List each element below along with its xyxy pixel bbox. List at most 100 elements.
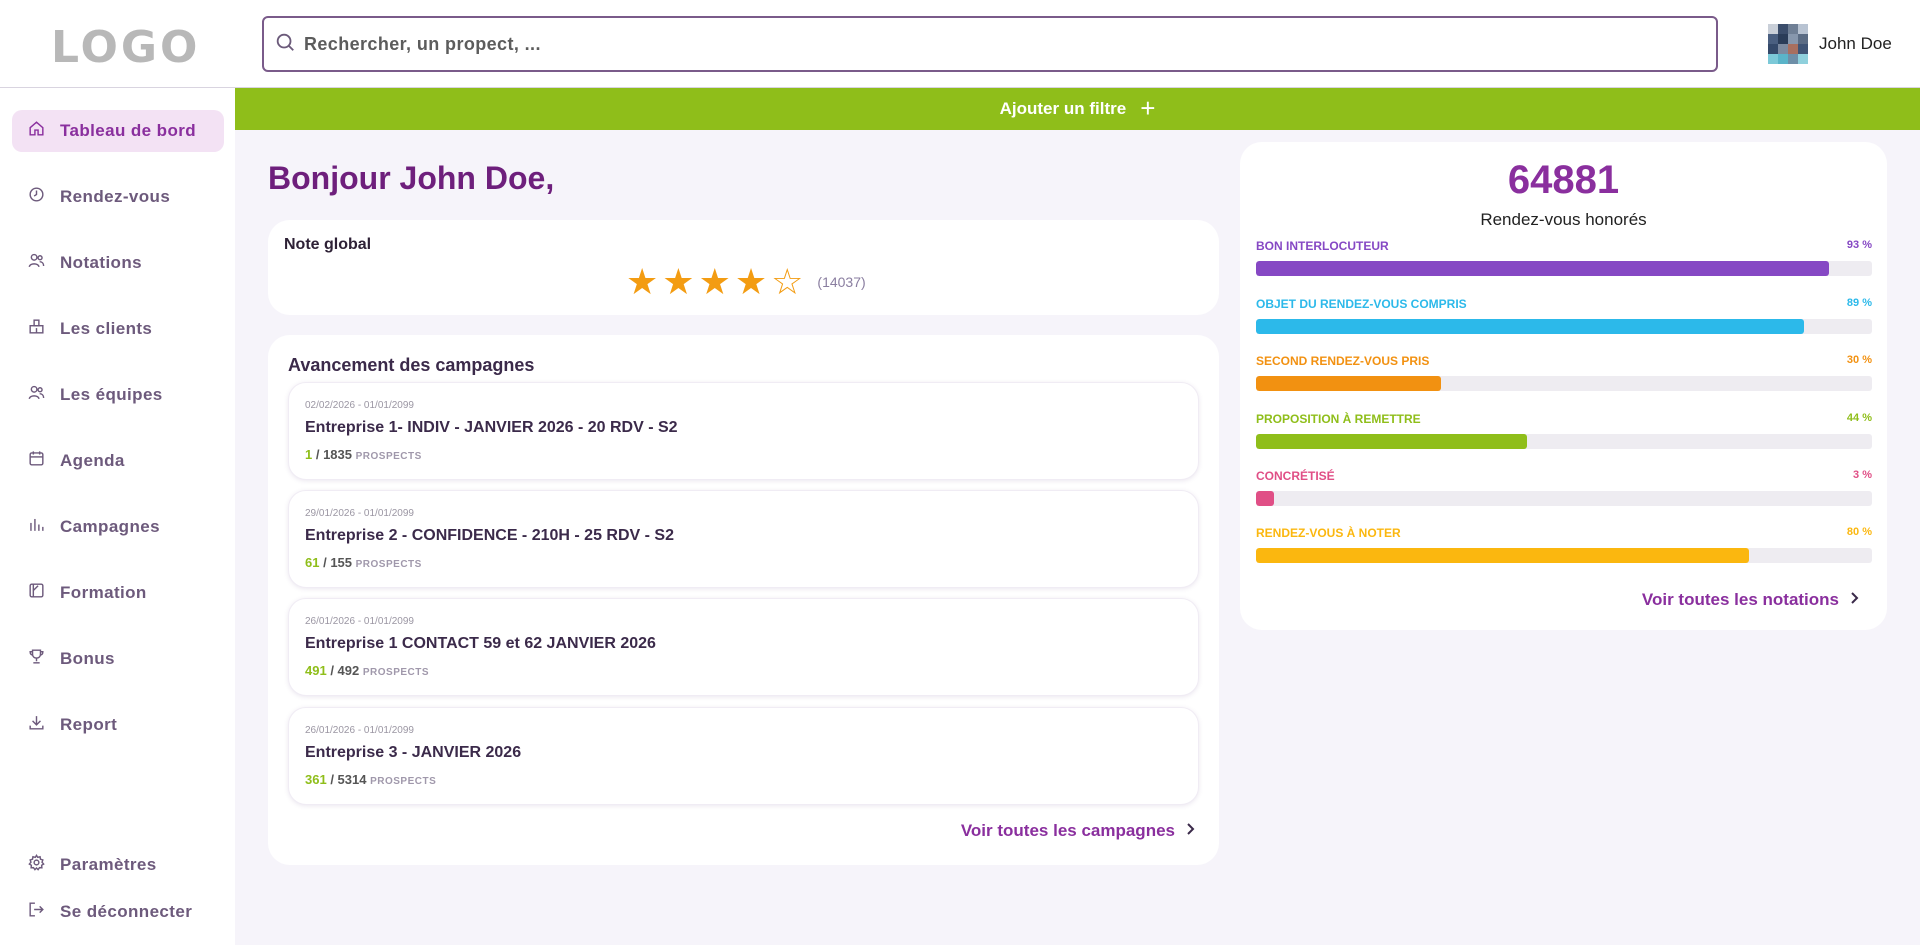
sidebar-item-formation[interactable]: Formation [12, 572, 224, 614]
sidebar-item-notations[interactable]: Notations [12, 242, 224, 284]
see-all-notations-label: Voir toutes les notations [1641, 590, 1839, 609]
home-icon [27, 119, 60, 143]
user-menu[interactable]: John Doe [1768, 24, 1892, 64]
stat-percent: 80 % [1846, 526, 1872, 538]
sidebar-item-les-equipes[interactable]: Les équipes [12, 374, 224, 416]
sidebar-item-label: Bonus [60, 649, 115, 668]
campaign-done: 361 [305, 772, 327, 787]
progress-fill [1256, 548, 1749, 563]
calendar-icon [27, 449, 60, 473]
progress-track [1256, 491, 1872, 506]
sidebar-item-se-deconnecter[interactable]: Se déconnecter [12, 891, 224, 933]
progress-fill [1256, 491, 1275, 506]
building-icon [27, 317, 60, 341]
search-bar[interactable] [262, 16, 1718, 72]
sidebar-item-label: Tableau de bord [60, 121, 197, 140]
add-filter-label: Ajouter un filtre [999, 99, 1127, 118]
sidebar-item-label: Les clients [60, 319, 153, 338]
stat-percent: 30 % [1846, 354, 1872, 366]
campaign-dates: 29/01/2026 - 01/01/2099 [305, 508, 414, 519]
logo[interactable]: LOGO [51, 22, 200, 73]
book-icon [27, 581, 60, 605]
star-filled-icon: ★ [626, 261, 659, 302]
sidebar-item-label: Campagnes [60, 517, 160, 536]
sidebar-item-label: Rendez-vous [60, 187, 171, 206]
sidebar-item-agenda[interactable]: Agenda [12, 440, 224, 482]
stat-label: OBJET DU RENDEZ-VOUS COMPRIS [1256, 297, 1467, 311]
chevron-right-icon [1849, 590, 1859, 610]
campaign-name: Entreprise 1 CONTACT 59 et 62 JANVIER 20… [305, 635, 656, 652]
campaign-name: Entreprise 1- INDIV - JANVIER 2026 - 20 … [305, 419, 678, 436]
sidebar-item-parametres[interactable]: Paramètres [12, 844, 224, 886]
see-all-campaigns-link[interactable]: Voir toutes les campagnes [961, 821, 1195, 841]
progress-track [1256, 376, 1872, 391]
campaign-done: 1 [305, 447, 313, 462]
campaign-total: 492 [337, 663, 360, 678]
sidebar-item-tableau-de-bord[interactable]: Tableau de bord [12, 110, 224, 152]
sidebar-item-bonus[interactable]: Bonus [12, 638, 224, 680]
rating-count: (14037) [817, 274, 866, 290]
see-all-campaigns-label: Voir toutes les campagnes [960, 821, 1175, 840]
trophy-icon [27, 647, 60, 671]
sidebar-item-report[interactable]: Report [12, 704, 224, 746]
progress-track [1256, 434, 1872, 449]
sidebar-item-label: Formation [60, 583, 147, 602]
campaign-done: 61 [305, 555, 320, 570]
campaign-dates: 02/02/2026 - 01/01/2099 [305, 400, 414, 411]
star-filled-icon: ★ [662, 261, 695, 302]
chevron-right-icon [1185, 821, 1195, 841]
avatar[interactable] [1768, 24, 1808, 64]
add-filter-button[interactable]: Ajouter un filtre + [235, 88, 1920, 130]
stat-objet-compris: OBJET DU RENDEZ-VOUS COMPRIS 89 % [1256, 297, 1872, 337]
progress-track [1256, 319, 1872, 334]
sidebar: Tableau de bord Rendez-vous Notations Le… [0, 88, 235, 945]
download-icon [27, 713, 60, 737]
stat-rdv-a-noter: RENDEZ-VOUS À NOTER 80 % [1256, 526, 1872, 566]
campaign-total: 5314 [337, 772, 367, 787]
stat-proposition: PROPOSITION À REMETTRE 44 % [1256, 412, 1872, 452]
stat-percent: 89 % [1846, 297, 1872, 309]
total-appointments: 64881 [1507, 158, 1620, 202]
rating-card: Note global ★ ★ ★ ★ ☆ (14037) [268, 220, 1219, 315]
campaign-item[interactable]: 26/01/2026 - 01/01/2099 Entreprise 3 - J… [288, 707, 1199, 805]
page-title: Bonjour John Doe, [268, 160, 555, 196]
sidebar-item-les-clients[interactable]: Les clients [12, 308, 224, 350]
stat-label: BON INTERLOCUTEUR [1256, 239, 1389, 253]
stat-label: SECOND RENDEZ-VOUS PRIS [1256, 354, 1430, 368]
campaigns-card: Avancement des campagnes 02/02/2026 - 01… [268, 335, 1219, 865]
total-appointments-label: Rendez-vous honorés [1480, 210, 1647, 229]
progress-track [1256, 548, 1872, 563]
user-name: John Doe [1819, 34, 1892, 53]
star-filled-icon: ★ [698, 261, 731, 302]
progress-fill [1256, 319, 1805, 334]
prospects-label: PROSPECTS [355, 451, 422, 462]
sidebar-item-campagnes[interactable]: Campagnes [12, 506, 224, 548]
sidebar-item-label: Notations [60, 253, 142, 272]
campaign-item[interactable]: 02/02/2026 - 01/01/2099 Entreprise 1- IN… [288, 382, 1199, 480]
sidebar-item-label: Les équipes [60, 385, 163, 404]
prospects-label: PROSPECTS [362, 667, 430, 678]
plus-icon: + [1140, 92, 1156, 123]
campaign-progress: 361 / 5314 PROSPECTS [305, 772, 437, 787]
clock-icon [27, 185, 60, 209]
campaign-total: 1835 [323, 447, 352, 462]
stat-concretise: CONCRÉTISÉ 3 % [1256, 469, 1872, 509]
sidebar-item-rendez-vous[interactable]: Rendez-vous [12, 176, 224, 218]
progress-track [1256, 261, 1872, 276]
campaign-item[interactable]: 29/01/2026 - 01/01/2099 Entreprise 2 - C… [288, 490, 1199, 588]
sidebar-item-label: Agenda [60, 451, 125, 470]
stats-card: 64881 Rendez-vous honorés BON INTERLOCUT… [1240, 142, 1887, 630]
campaign-total: 155 [330, 555, 353, 570]
users-icon [27, 251, 60, 275]
star-empty-icon: ☆ [771, 261, 804, 302]
sidebar-item-label: Paramètres [60, 855, 157, 874]
search-input[interactable] [304, 33, 1684, 55]
logout-icon [27, 900, 60, 924]
campaign-name: Entreprise 2 - CONFIDENCE - 210H - 25 RD… [305, 527, 674, 544]
campaign-item[interactable]: 26/01/2026 - 01/01/2099 Entreprise 1 CON… [288, 598, 1199, 696]
campaign-progress: 61 / 155 PROSPECTS [305, 555, 422, 570]
campaign-dates: 26/01/2026 - 01/01/2099 [305, 725, 414, 736]
campaign-progress: 491 / 492 PROSPECTS [305, 663, 430, 678]
see-all-notations-link[interactable]: Voir toutes les notations [1642, 590, 1859, 610]
campaign-name: Entreprise 3 - JANVIER 2026 [305, 744, 522, 761]
